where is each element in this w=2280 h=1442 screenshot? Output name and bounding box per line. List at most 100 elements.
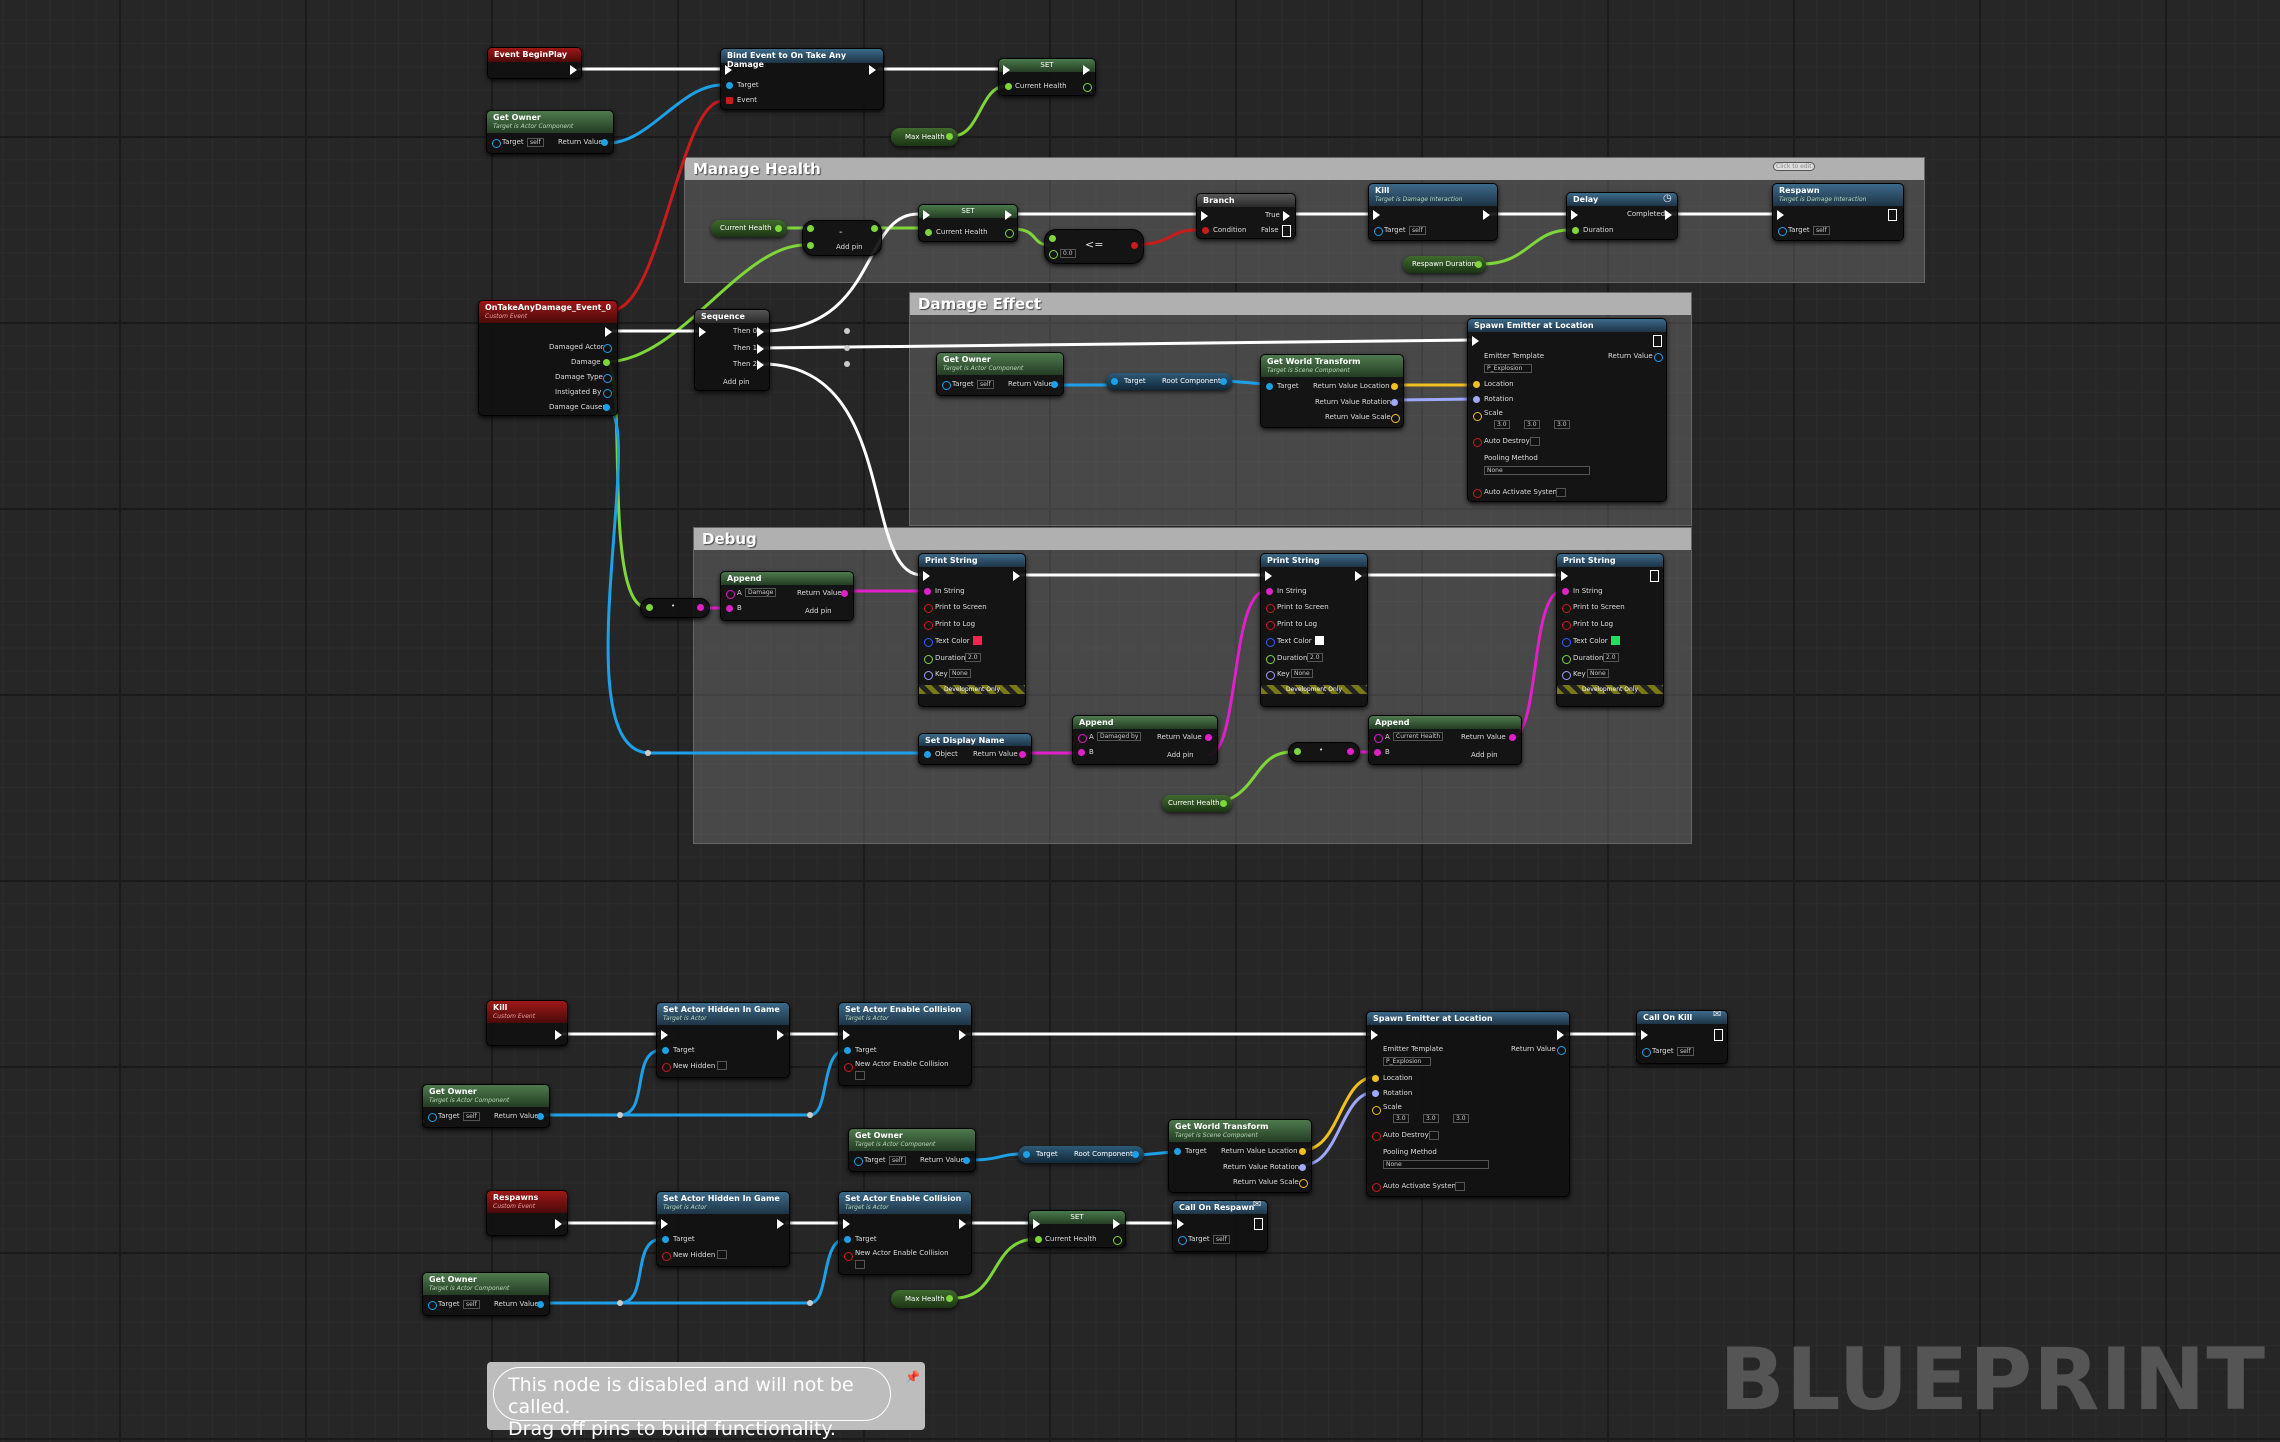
return-value-pin[interactable] [1509, 734, 1516, 741]
print-to-screen-pin[interactable] [1562, 604, 1571, 613]
target-pin[interactable] [1111, 378, 1118, 385]
location-pin[interactable] [1372, 1075, 1379, 1082]
key-pin[interactable] [1562, 671, 1571, 680]
scale-pin[interactable] [1372, 1106, 1381, 1115]
exec-in-pin[interactable] [725, 65, 732, 75]
out-pin[interactable] [1132, 1151, 1139, 1158]
scale-z-box[interactable]: 3.0 [1554, 420, 1570, 429]
exec-in-pin[interactable] [1561, 571, 1568, 581]
scale-x-box[interactable]: 3.0 [1393, 1114, 1409, 1123]
new-hidden-checkbox[interactable] [717, 1061, 727, 1070]
a-value-box[interactable]: Current Health [1393, 732, 1444, 741]
auto-activate-checkbox[interactable] [1455, 1182, 1465, 1191]
scale-x-box[interactable]: 3.0 [1494, 420, 1510, 429]
print-string-node-1[interactable]: Print String In String Print to Screen P… [918, 553, 1026, 707]
out-pin[interactable] [871, 225, 878, 232]
exec-out-pin[interactable] [1650, 570, 1659, 582]
a-pin[interactable] [807, 225, 814, 232]
set-display-name-node[interactable]: Set Display Name Object Return Value [918, 733, 1032, 765]
print-to-screen-pin[interactable] [1266, 604, 1275, 613]
exec-out-pin[interactable] [869, 65, 876, 75]
print-to-log-pin[interactable] [924, 621, 933, 630]
set-actor-collision-node[interactable]: Set Actor Enable Collision Target is Acto… [838, 1002, 972, 1086]
exec-in-pin[interactable] [923, 210, 930, 220]
add-pin-label[interactable]: Add pin [723, 378, 750, 386]
emitter-template-dropdown[interactable]: P_Explosion [1383, 1057, 1431, 1066]
out-pin[interactable] [1347, 748, 1354, 755]
scale-z-box[interactable]: 3.0 [1453, 1114, 1469, 1123]
rotation-pin[interactable] [1391, 399, 1398, 406]
text-color-pin[interactable] [1562, 638, 1571, 647]
out-pin[interactable] [1131, 242, 1138, 249]
target-pin[interactable] [428, 1113, 437, 1122]
scale-pin[interactable] [1299, 1179, 1308, 1188]
comment-click-to-edit[interactable]: Click to edit [1773, 162, 1815, 171]
exec-in-pin[interactable] [1201, 211, 1208, 221]
pooling-method-dropdown[interactable]: None [1484, 466, 1590, 475]
true-pin[interactable] [1283, 211, 1290, 221]
target-pin[interactable] [1778, 227, 1787, 236]
text-color-swatch[interactable] [973, 636, 982, 645]
float-to-string-node-2[interactable]: • [1288, 742, 1360, 762]
exec-out-pin[interactable] [1653, 335, 1662, 347]
out-pin[interactable] [1220, 378, 1227, 385]
exec-in-pin[interactable] [1003, 65, 1010, 75]
instigated-by-pin[interactable] [603, 389, 612, 398]
call-on-respawn-node[interactable]: Call On Respawn ✉ Target self [1172, 1200, 1268, 1252]
get-owner-node-5[interactable]: Get Owner Target is Actor Component Targe… [422, 1272, 550, 1316]
root-component-getter[interactable]: Target Root Component [1106, 373, 1232, 390]
key-pin[interactable] [924, 671, 933, 680]
add-pin-label[interactable]: Add pin [836, 243, 863, 251]
max-health-out-pin[interactable] [946, 133, 953, 140]
exec-in-pin[interactable] [1371, 1030, 1378, 1040]
spawn-emitter-node[interactable]: Spawn Emitter at Location Emitter Templa… [1467, 318, 1667, 502]
exec-out-pin[interactable] [1714, 1029, 1723, 1041]
text-color-swatch[interactable] [1611, 636, 1620, 645]
return-value-pin[interactable] [537, 1113, 544, 1120]
kill-event-node[interactable]: Kill Custom Event [486, 1000, 568, 1046]
auto-activate-checkbox[interactable] [1556, 488, 1566, 497]
pooling-method-dropdown[interactable]: None [1383, 1160, 1489, 1169]
target-pin[interactable] [492, 139, 501, 148]
event-begin-play-node[interactable]: Event BeginPlay [487, 47, 582, 79]
out-pin[interactable] [775, 225, 782, 232]
duration-box[interactable]: 2.0 [1603, 653, 1619, 662]
new-hidden-checkbox[interactable] [717, 1250, 727, 1259]
target-pin[interactable] [844, 1236, 851, 1243]
exec-out-pin[interactable] [1888, 209, 1897, 221]
print-string-node-3[interactable]: Print String In String Print to Screen P… [1556, 553, 1664, 707]
print-to-log-pin[interactable] [1266, 621, 1275, 630]
key-box[interactable]: None [1587, 669, 1609, 678]
exec-in-pin[interactable] [1641, 1030, 1648, 1040]
then2-pin[interactable] [757, 360, 764, 370]
return-value-pin[interactable] [1019, 751, 1026, 758]
get-world-transform-node-2[interactable]: Get World Transform Target is Scene Compo… [1168, 1119, 1312, 1193]
scale-pin[interactable] [1391, 414, 1400, 423]
text-color-swatch[interactable] [1315, 636, 1324, 645]
auto-destroy-pin[interactable] [1372, 1132, 1381, 1141]
set-current-health-node[interactable]: SET Current Health [998, 58, 1096, 96]
root-component-getter-2[interactable]: Target Root Component [1018, 1146, 1144, 1163]
set-actor-hidden-node-2[interactable]: Set Actor Hidden In Game Target is Actor … [656, 1191, 790, 1267]
pin-icon[interactable]: 📌 [905, 1370, 920, 1384]
exec-in-pin[interactable] [699, 327, 706, 337]
b-pin[interactable] [1374, 749, 1381, 756]
duration-box[interactable]: 2.0 [1307, 653, 1323, 662]
return-value-pin[interactable] [601, 139, 608, 146]
out-pin[interactable] [697, 604, 704, 611]
event-pin[interactable] [726, 97, 733, 104]
condition-pin[interactable] [1202, 227, 1209, 234]
target-pin[interactable] [844, 1047, 851, 1054]
current-health-in-pin[interactable] [1035, 1236, 1042, 1243]
exec-in-pin[interactable] [661, 1030, 668, 1040]
exec-out-pin[interactable] [555, 1030, 562, 1040]
sequence-node[interactable]: Sequence Then 0 Then 1 Then 2 Add pin [694, 309, 770, 391]
exec-out-pin[interactable] [1083, 65, 1090, 75]
exec-in-pin[interactable] [1571, 210, 1578, 220]
b-pin[interactable] [726, 605, 733, 612]
b-pin[interactable] [807, 242, 814, 249]
spawn-emitter-node-2[interactable]: Spawn Emitter at Location Emitter Templa… [1366, 1011, 1570, 1197]
collision-pin[interactable] [844, 1252, 853, 1261]
exec-in-pin[interactable] [923, 571, 930, 581]
key-pin[interactable] [1266, 671, 1275, 680]
